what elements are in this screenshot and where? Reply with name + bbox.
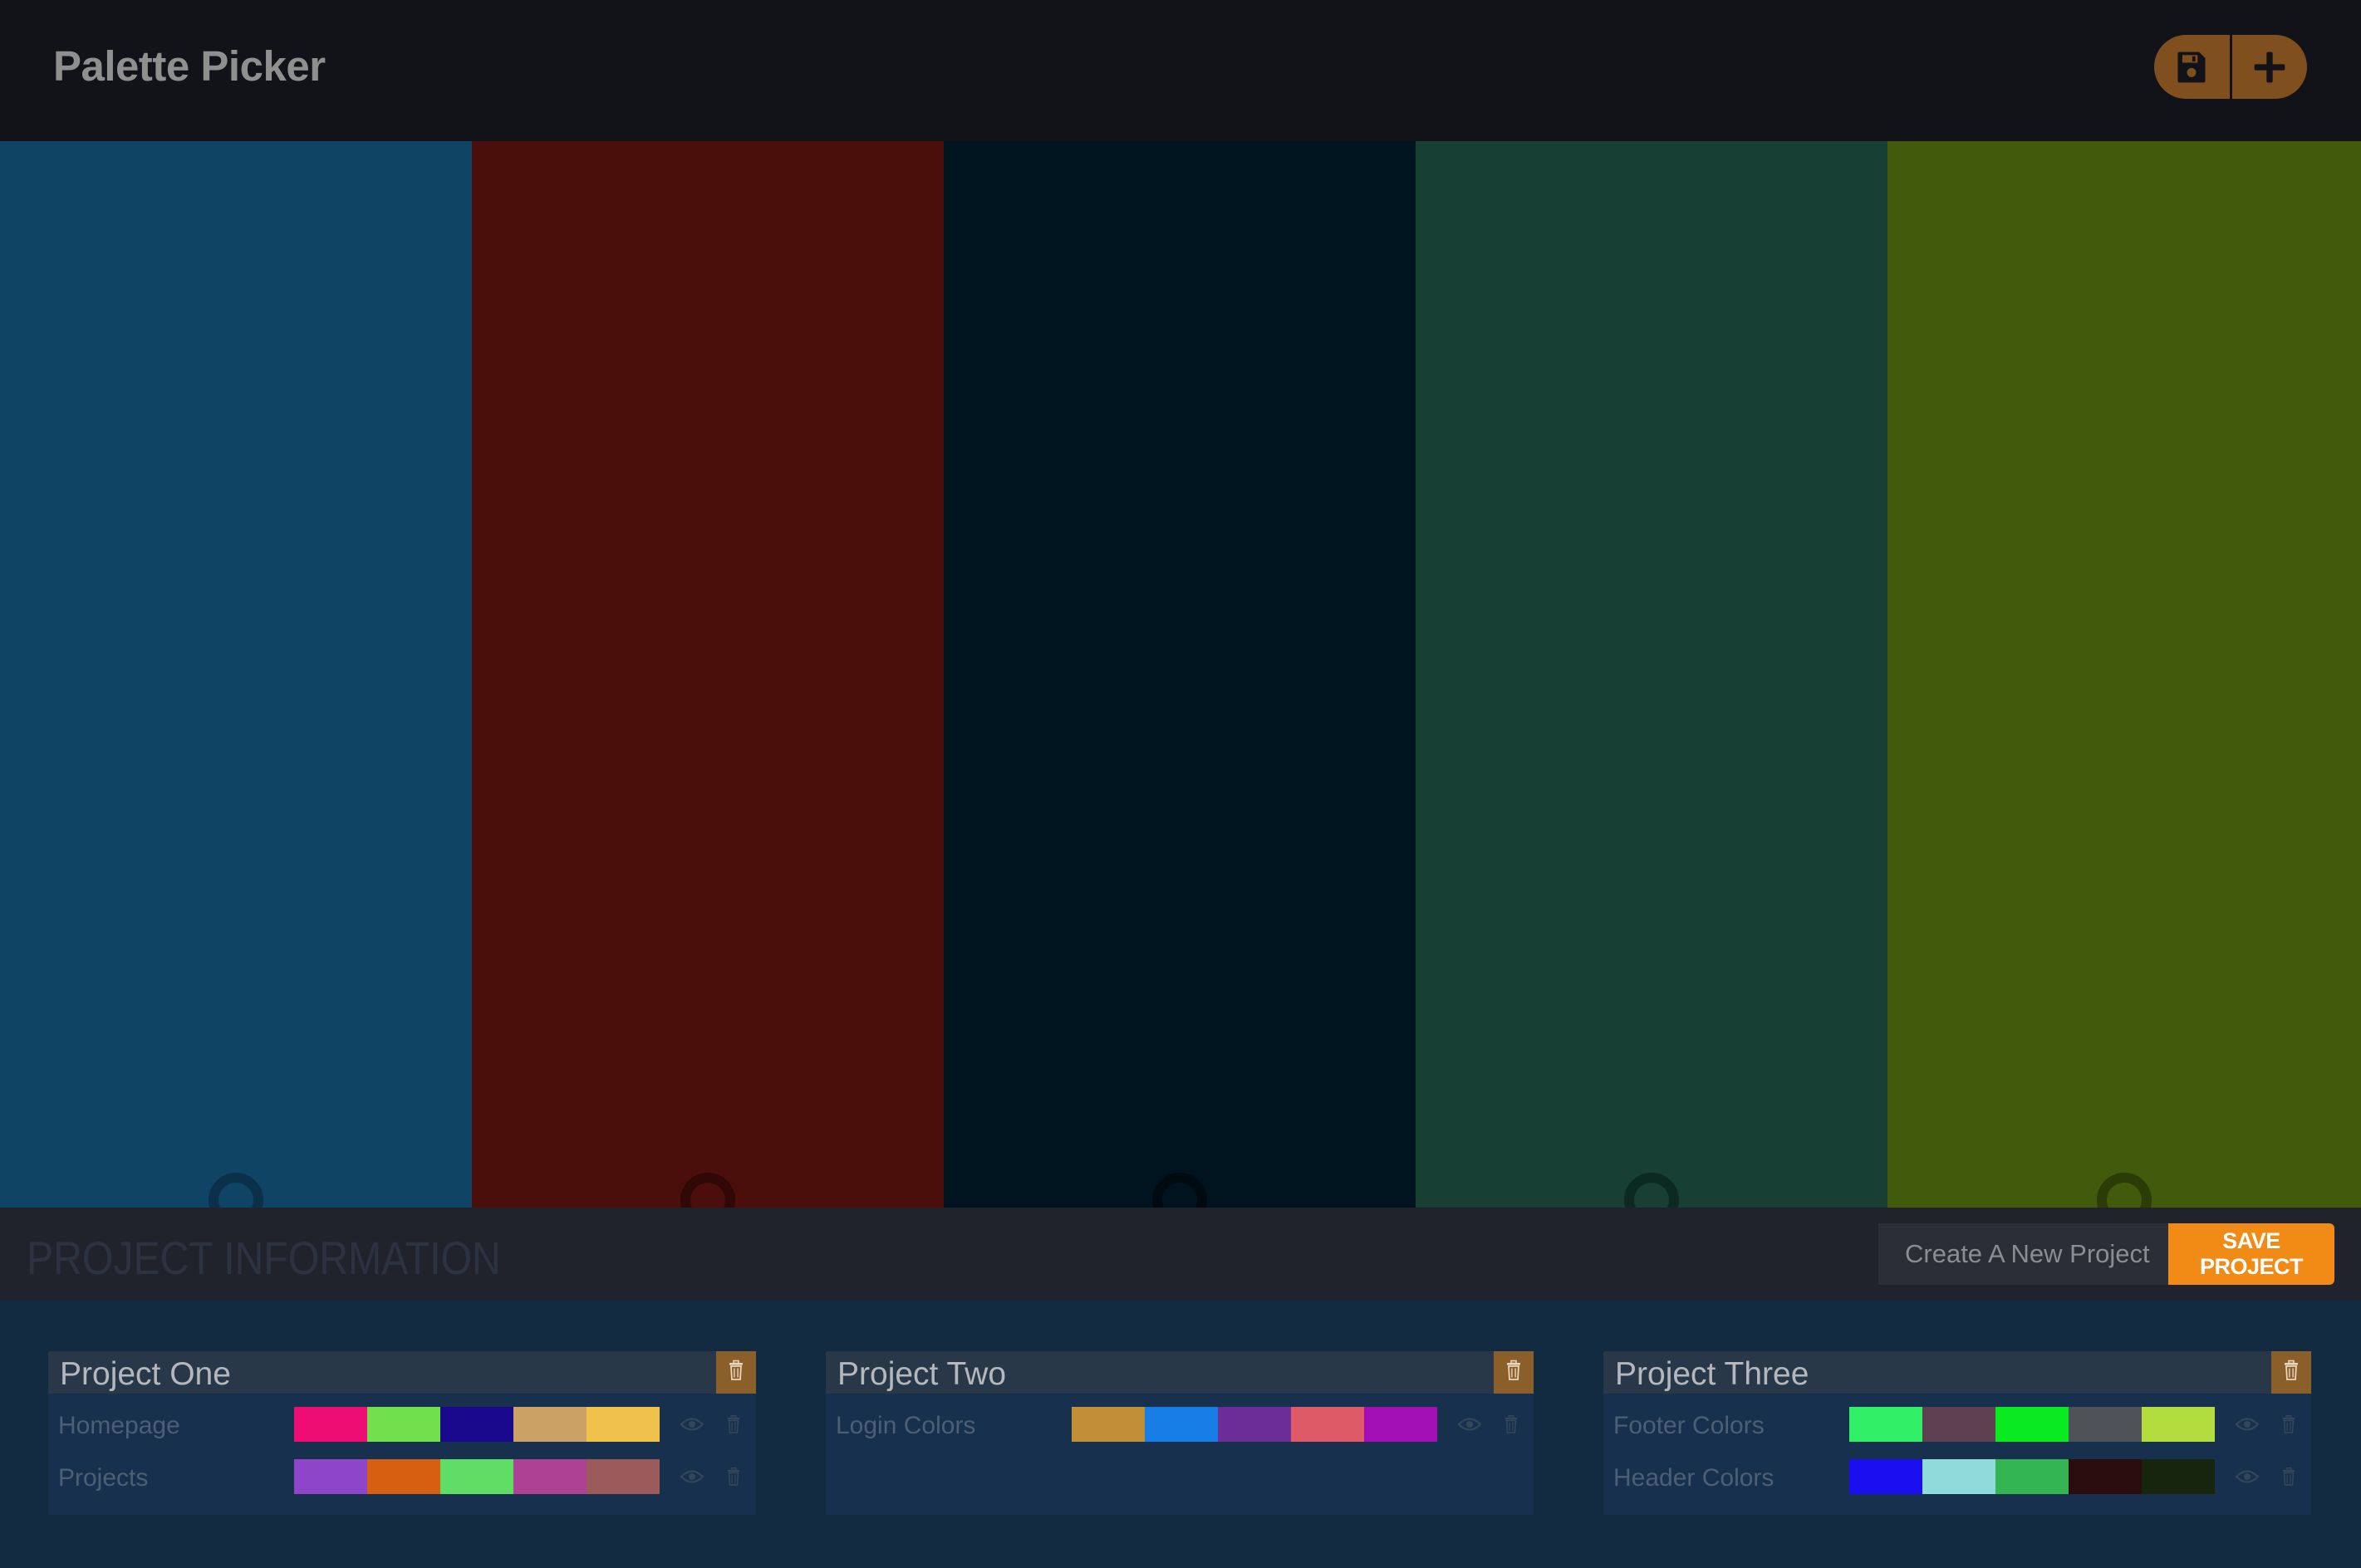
- project-card-header: Project One: [48, 1351, 756, 1394]
- saved-color-swatch: [587, 1407, 660, 1442]
- saved-palette-row: Projects: [48, 1459, 756, 1497]
- project-card: Project Two Login Colors: [826, 1351, 1534, 1515]
- saved-color-swatch: [440, 1407, 513, 1442]
- saved-palette-name: Footer Colors: [1613, 1412, 1765, 1439]
- add-palette-button[interactable]: [2229, 35, 2308, 99]
- trash-icon[interactable]: [1499, 1410, 1524, 1438]
- saved-color-swatch: [367, 1459, 440, 1494]
- header-button-group: [2154, 35, 2307, 99]
- saved-color-swatch: [294, 1459, 367, 1494]
- trash-icon[interactable]: [721, 1410, 746, 1438]
- saved-color-swatch: [1218, 1407, 1291, 1442]
- saved-palette-swatches: [1849, 1407, 2215, 1442]
- new-project-input[interactable]: [1878, 1223, 2169, 1285]
- eye-icon[interactable]: [1457, 1410, 1482, 1438]
- saved-color-swatch: [1072, 1407, 1145, 1442]
- saved-color-swatch: [1922, 1407, 1995, 1442]
- project-info-bar: PROJECT INFORMATION SAVE PROJECT: [0, 1208, 2361, 1300]
- trash-icon: [1505, 1360, 1522, 1385]
- saved-palette-name: Login Colors: [836, 1412, 976, 1439]
- floppy-disk-icon: [2177, 51, 2206, 82]
- palette-color-1[interactable]: [0, 141, 472, 1227]
- eye-icon[interactable]: [2235, 1463, 2260, 1491]
- project-card: Project One Homepage Projects: [48, 1351, 756, 1515]
- saved-color-swatch: [1995, 1459, 2069, 1494]
- saved-color-swatch: [1291, 1407, 1364, 1442]
- project-card-header: Project Two: [826, 1351, 1534, 1394]
- saved-color-swatch: [1995, 1407, 2069, 1442]
- saved-color-swatch: [440, 1459, 513, 1494]
- trash-icon[interactable]: [2276, 1463, 2301, 1491]
- saved-color-swatch: [2142, 1459, 2215, 1494]
- app-header: Palette Picker: [0, 0, 2361, 141]
- delete-project-button[interactable]: [2271, 1351, 2311, 1394]
- saved-color-swatch: [587, 1459, 660, 1494]
- saved-color-swatch: [1922, 1459, 1995, 1494]
- saved-palette-name: Header Colors: [1613, 1464, 1774, 1492]
- delete-project-button[interactable]: [1494, 1351, 1534, 1394]
- saved-color-swatch: [513, 1407, 587, 1442]
- saved-color-swatch: [1364, 1407, 1437, 1442]
- color-palette: [0, 141, 2361, 1227]
- saved-color-swatch: [367, 1407, 440, 1442]
- palette-color-3[interactable]: [944, 141, 1416, 1227]
- saved-palette-swatches: [1072, 1407, 1437, 1442]
- save-palette-button[interactable]: [2154, 35, 2230, 99]
- save-project-button[interactable]: SAVE PROJECT: [2168, 1223, 2334, 1285]
- plus-icon: [2254, 51, 2285, 82]
- palette-color-2[interactable]: [472, 141, 944, 1227]
- saved-palette-swatches: [294, 1407, 660, 1442]
- saved-color-swatch: [1849, 1407, 1922, 1442]
- eye-icon[interactable]: [2235, 1410, 2260, 1438]
- saved-color-swatch: [2069, 1459, 2142, 1494]
- saved-color-swatch: [1849, 1459, 1922, 1494]
- palette-color-5[interactable]: [1887, 141, 2361, 1227]
- saved-palette-swatches: [294, 1459, 660, 1494]
- trash-icon: [728, 1360, 744, 1385]
- eye-icon[interactable]: [680, 1463, 704, 1491]
- saved-palette-swatches: [1849, 1459, 2215, 1494]
- project-name: Project Two: [837, 1356, 1007, 1392]
- saved-palette-name: Homepage: [58, 1412, 180, 1439]
- saved-color-swatch: [2069, 1407, 2142, 1442]
- project-card-header: Project Three: [1603, 1351, 2311, 1394]
- project-card: Project Three Footer Colors Header Colors: [1603, 1351, 2311, 1515]
- palette-color-4[interactable]: [1416, 141, 1887, 1227]
- projects-list: Project One Homepage Projects Project Two Lo…: [0, 1300, 2361, 1568]
- project-info-title: PROJECT INFORMATION: [27, 1232, 501, 1284]
- project-name: Project Three: [1615, 1356, 1809, 1392]
- eye-icon[interactable]: [680, 1410, 704, 1438]
- saved-color-swatch: [513, 1459, 587, 1494]
- saved-color-swatch: [294, 1407, 367, 1442]
- saved-color-swatch: [1145, 1407, 1218, 1442]
- app-title: Palette Picker: [53, 42, 326, 90]
- saved-palette-row: Header Colors: [1603, 1459, 2311, 1497]
- project-name: Project One: [60, 1356, 231, 1392]
- saved-palette-row: Homepage: [48, 1407, 756, 1445]
- saved-palette-row: Footer Colors: [1603, 1407, 2311, 1445]
- trash-icon: [2283, 1360, 2300, 1385]
- trash-icon[interactable]: [721, 1463, 746, 1491]
- saved-palette-row: Login Colors: [826, 1407, 1534, 1445]
- saved-color-swatch: [2142, 1407, 2215, 1442]
- trash-icon[interactable]: [2276, 1410, 2301, 1438]
- saved-palette-name: Projects: [58, 1464, 149, 1492]
- delete-project-button[interactable]: [716, 1351, 756, 1394]
